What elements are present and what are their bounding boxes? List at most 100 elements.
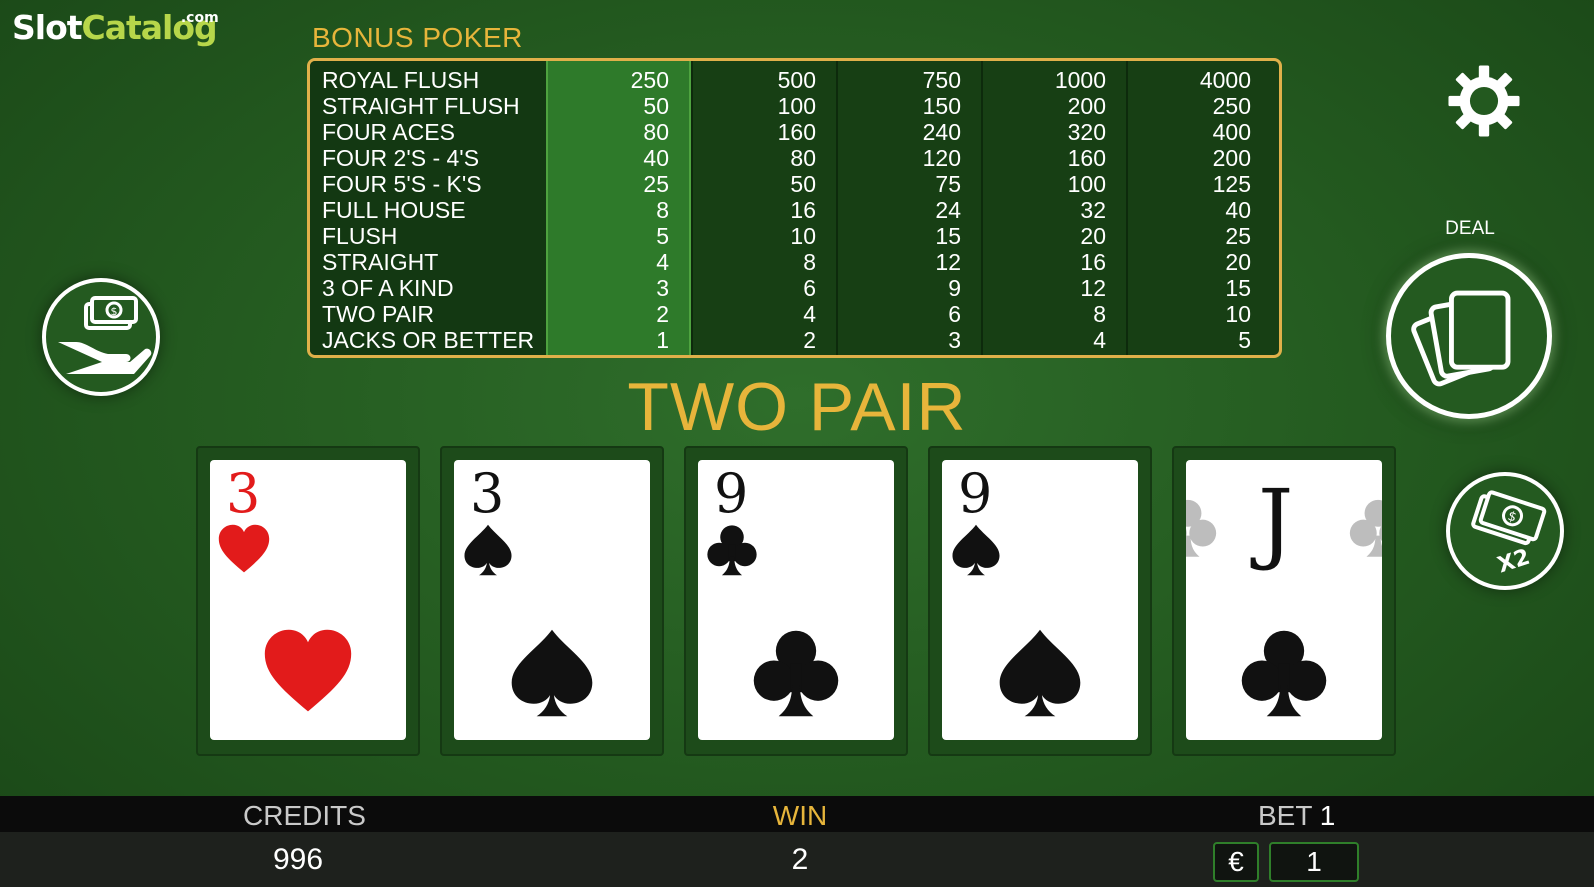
card-rank: 3 <box>470 462 505 525</box>
payout-cell: 1 <box>656 327 669 353</box>
bet-label-group: BET 1 <box>1258 800 1335 832</box>
payout-cell: 200 <box>1067 93 1106 119</box>
payout-cell: 50 <box>790 171 816 197</box>
hand-name: FOUR 2'S - 4'S <box>322 145 480 171</box>
payout-cell: 8 <box>656 197 669 223</box>
card-3-spades[interactable]: 3 <box>454 460 650 740</box>
payout-cell: 40 <box>1225 197 1251 223</box>
payout-cell: 125 <box>1212 171 1251 197</box>
payout-cell: 160 <box>1067 145 1106 171</box>
payout-cell: 400 <box>1212 119 1251 145</box>
logo-part-1: Slot <box>12 8 83 47</box>
deal-button[interactable] <box>1386 253 1552 419</box>
payout-cell: 1000 <box>1054 67 1106 93</box>
payout-cell: 75 <box>935 171 961 197</box>
svg-text:$: $ <box>111 305 118 318</box>
card-slot-3[interactable]: 9 <box>684 446 908 756</box>
payout-cell: 4 <box>803 301 816 327</box>
payout-cell: 16 <box>790 197 816 223</box>
payout-cell: 3 <box>948 327 961 353</box>
bet-label: BET <box>1258 800 1312 831</box>
payout-cell: 150 <box>922 93 961 119</box>
payout-cell: 80 <box>790 145 816 171</box>
money-x2-icon: $ X2 <box>1471 490 1547 578</box>
payout-cell: 16 <box>1080 249 1106 275</box>
card-rank: 3 <box>226 462 261 525</box>
club-icon <box>1241 630 1327 717</box>
paytable-column-bet-5: 4000 250 400 200 125 40 25 20 15 10 5 <box>1126 61 1271 355</box>
card-rank: J <box>1258 470 1294 573</box>
win-value: 2 <box>791 843 809 876</box>
spade-icon <box>464 524 512 576</box>
card-slot-5[interactable]: J <box>1172 446 1396 756</box>
payout-cell: 250 <box>1212 93 1251 119</box>
card-slot-1[interactable]: 3 <box>196 446 420 756</box>
payout-cell: 10 <box>790 223 816 249</box>
payout-cell: 320 <box>1067 119 1106 145</box>
bet-value: 1 <box>1319 800 1336 831</box>
payout-cell: 8 <box>803 249 816 275</box>
club-icon <box>1349 499 1382 557</box>
payout-cell: 6 <box>803 275 816 301</box>
site-logo: SlotCatalog .com <box>12 8 219 47</box>
hand-name: STRAIGHT <box>322 249 439 275</box>
game-title: BONUS POKER <box>312 22 523 53</box>
credits-label: CREDITS <box>243 800 366 831</box>
payout-cell: 10 <box>1225 301 1251 327</box>
payout-cell: 25 <box>1225 223 1251 249</box>
win-label: WIN <box>772 800 828 831</box>
payout-cell: 9 <box>948 275 961 301</box>
paytable-column-bet-3: 750 150 240 120 75 24 15 12 9 6 3 <box>836 61 981 355</box>
hand-name: STRAIGHT FLUSH <box>322 93 520 119</box>
payout-cell: 25 <box>643 171 669 197</box>
hand-name: FLUSH <box>322 223 398 249</box>
double-button[interactable]: $ X2 <box>1446 472 1564 590</box>
payout-cell: 20 <box>1080 223 1106 249</box>
logo-suffix: .com <box>180 10 219 26</box>
collect-button[interactable]: $ <box>42 278 160 396</box>
card-slot-2[interactable]: 3 <box>440 446 664 756</box>
card-slot-4[interactable]: 9 <box>928 446 1152 756</box>
hand-result: TWO PAIR <box>627 369 967 445</box>
heart-icon <box>264 629 352 712</box>
payout-cell: 200 <box>1212 145 1251 171</box>
payout-cell: 3 <box>656 275 669 301</box>
hand-name: FOUR 5'S - K'S <box>322 171 482 197</box>
paytable-column-bet-1: 250 50 80 40 25 8 5 4 3 2 1 <box>546 61 691 355</box>
credits-value: 996 <box>272 843 324 876</box>
payout-cell: 20 <box>1225 249 1251 275</box>
spade-icon <box>511 629 593 717</box>
club-icon <box>753 630 839 717</box>
payout-cell: 40 <box>643 145 669 171</box>
payout-cell: 15 <box>1225 275 1251 301</box>
card-j-clubs[interactable]: J <box>1186 460 1382 740</box>
hand-name: FULL HOUSE <box>322 197 466 223</box>
club-icon <box>1186 499 1217 557</box>
payout-cell: 4000 <box>1199 67 1251 93</box>
payout-cell: 12 <box>935 249 961 275</box>
payout-cell: 120 <box>922 145 961 171</box>
payout-cell: 2 <box>656 301 669 327</box>
payout-cell: 6 <box>948 301 961 327</box>
card-9-spades[interactable]: 9 <box>942 460 1138 740</box>
spade-icon <box>952 524 1000 576</box>
gear-icon[interactable] <box>1447 64 1521 138</box>
paytable: ROYAL FLUSH STRAIGHT FLUSH FOUR ACES FOU… <box>307 58 1282 358</box>
club-icon <box>707 525 757 576</box>
currency-button[interactable]: € <box>1213 842 1259 882</box>
card-rank: 9 <box>714 462 749 525</box>
payout-cell: 100 <box>777 93 816 119</box>
heart-icon <box>218 524 270 573</box>
hand-name: FOUR ACES <box>322 119 455 145</box>
paytable-hand-names: ROYAL FLUSH STRAIGHT FLUSH FOUR ACES FOU… <box>310 61 546 355</box>
payout-cell: 5 <box>1238 327 1251 353</box>
bet-amount-box[interactable]: 1 <box>1269 842 1359 882</box>
payout-cell: 750 <box>922 67 961 93</box>
card-3-hearts[interactable]: 3 <box>210 460 406 740</box>
card-9-clubs[interactable]: 9 <box>698 460 894 740</box>
payout-cell: 80 <box>643 119 669 145</box>
payout-cell: 4 <box>656 249 669 275</box>
paytable-column-bet-4: 1000 200 320 160 100 32 20 16 12 8 4 <box>981 61 1126 355</box>
hand-money-icon: $ <box>58 296 152 374</box>
payout-cell: 240 <box>922 119 961 145</box>
